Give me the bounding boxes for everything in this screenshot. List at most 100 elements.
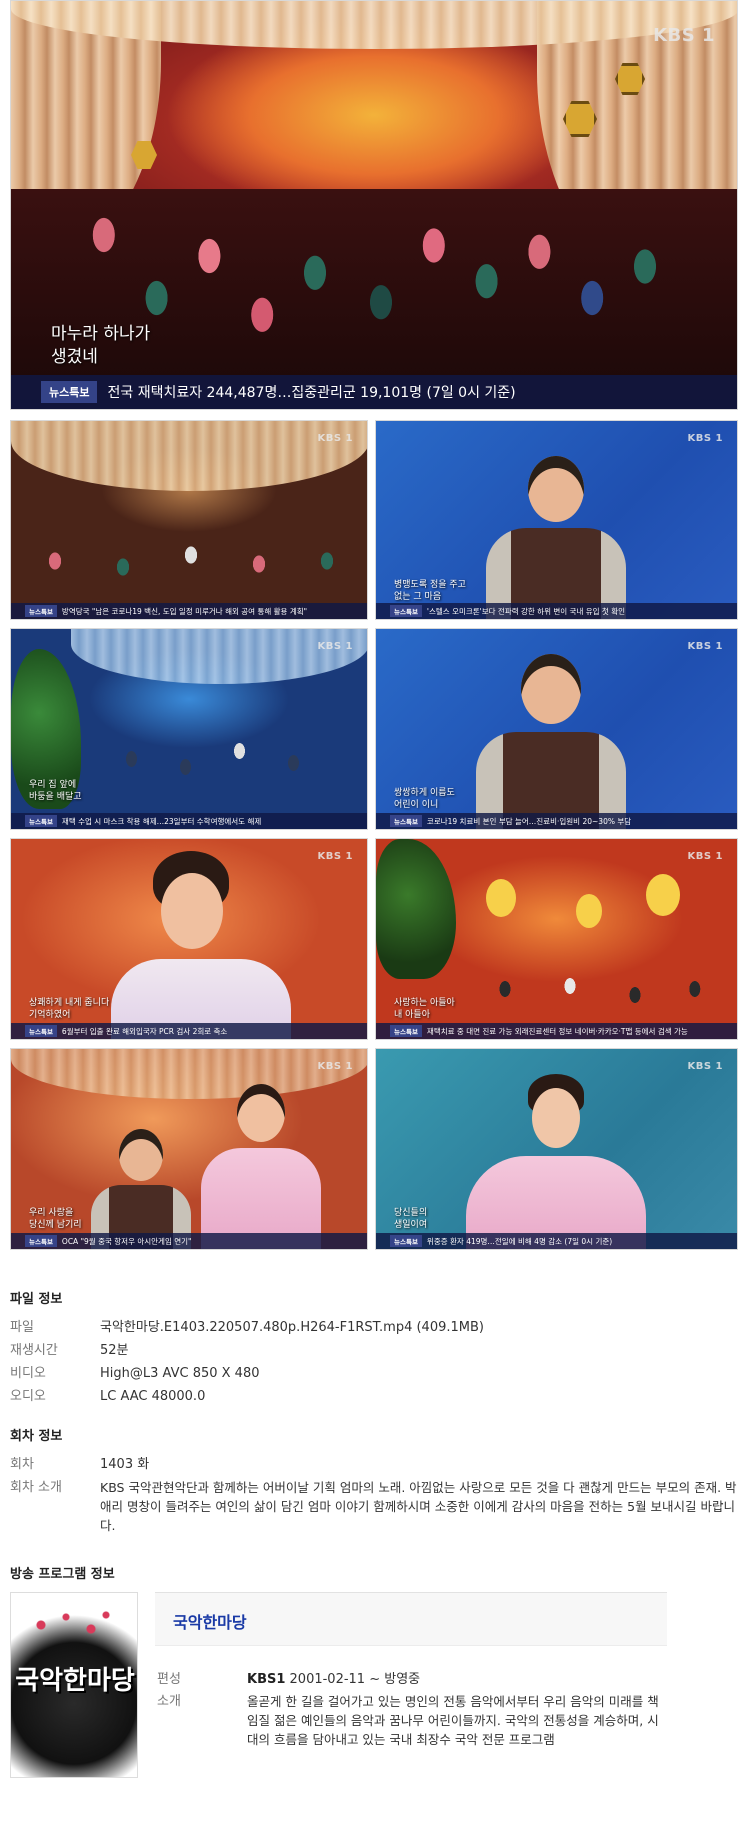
file-info-title: 파일 정보 <box>10 1292 63 1307</box>
ticker-tag: 뉴스특보 <box>25 815 57 827</box>
poster-blossom <box>21 1605 121 1645</box>
ticker-tag: 뉴스특보 <box>41 381 98 403</box>
ticker-text: 전국 재택치료자 244,487명…집중관리군 19,101명 (7일 0시 기… <box>107 385 516 401</box>
woman-singer <box>456 1074 656 1249</box>
row-key: 파일 <box>10 1320 34 1335</box>
program-header: 국악한마당 <box>155 1592 667 1646</box>
ticker-text: 방역당국 "남은 코로나19 백신, 도입 일정 미루거나 해외 공여 통해 활… <box>61 606 308 616</box>
row-value: 올곧게 한 길을 걸어가고 있는 명인의 전통 음악에서부터 우리 음악의 미래… <box>247 1694 659 1747</box>
row-value: 국악한마당.E1403.220507.480p.H264-F1RST.mp4 (… <box>100 1320 484 1335</box>
subtitle-caption: 상쾌하게 내게 줍니다 기억하였어 <box>29 998 110 1021</box>
program-poster[interactable]: 국악한마당 <box>10 1592 138 1778</box>
face <box>532 1088 580 1148</box>
ticker-tag: 뉴스특보 <box>390 605 422 617</box>
row-value: LC AAC 48000.0 <box>100 1389 206 1404</box>
subtitle-caption: 쌍쌍하게 이름도 어린이 이니 <box>394 788 455 811</box>
news-ticker: 뉴스특보 재택 수업 시 마스크 착용 해제…23일부터 수학여행에서도 해제 <box>11 813 367 829</box>
thumbnail-7: KBS 1 우리 사랑을 당신께 남기리 뉴스특보 OCA "9월 중국 항저우 … <box>10 1048 368 1250</box>
face <box>528 456 584 522</box>
ticker-tag: 뉴스특보 <box>25 605 57 617</box>
ticker-text: '스텔스 오미크론'보다 전파력 강한 하위 변이 국내 유입 첫 확인 <box>426 606 626 616</box>
hero-video-frame: KBS 1 마누라 하나가 생겼네 뉴스특보 전국 재택치료자 244,487명… <box>10 0 738 410</box>
face <box>119 1129 163 1181</box>
thumbnail-4: KBS 1 쌍쌍하게 이름도 어린이 이니 뉴스특보 코로나19 치료비 본인 부… <box>375 628 738 830</box>
ticker-tag: 뉴스특보 <box>390 815 422 827</box>
row-value: KBS 국악관현악단과 함께하는 어버이날 기획 엄마의 노래. 아낌없는 사랑… <box>100 1480 737 1533</box>
program-row-schedule: 편성 KBS1 2001-02-11 ~ 방영중 <box>157 1670 667 1689</box>
row-value: KBS1 2001-02-11 ~ 방영중 <box>247 1670 667 1689</box>
subtitle-caption: 우리 집 앞에 바둥을 배달고 <box>29 780 82 803</box>
subtitle-caption: 당신들의 생일이여 <box>394 1208 428 1231</box>
ticker-text: OCA "9월 중국 항저우 아시안게임 연기" <box>61 1236 192 1246</box>
subtitle-caption: 마누라 하나가 생겼네 <box>51 324 151 367</box>
row-key: 재생시간 <box>10 1343 58 1358</box>
kbs-logo: KBS 1 <box>317 641 353 652</box>
face <box>521 654 581 724</box>
news-ticker: 뉴스특보 '스텔스 오미크론'보다 전파력 강한 하위 변이 국내 유입 첫 확인 <box>376 603 737 619</box>
channel-name: KBS1 <box>247 1672 286 1687</box>
kbs-logo: KBS 1 <box>687 433 723 444</box>
program-title-link[interactable]: 국악한마당 <box>173 1609 247 1633</box>
ticker-tag: 뉴스특보 <box>390 1025 422 1037</box>
ticker-text: 위중증 환자 419명…전일에 비해 4명 감소 (7일 0시 기준) <box>426 1236 613 1246</box>
thumbnail-1: KBS 1 뉴스특보 방역당국 "남은 코로나19 백신, 도입 일정 미루거나 … <box>10 420 368 620</box>
thumbnail-2: KBS 1 병맹도록 정을 주고 없는 그 마음 뉴스특보 '스텔스 오미크론'보… <box>375 420 738 620</box>
row-key: 소개 <box>157 1694 181 1709</box>
kbs-logo: KBS 1 <box>687 851 723 862</box>
ticker-tag: 뉴스특보 <box>25 1025 57 1037</box>
kbs-logo: KBS 1 <box>317 851 353 862</box>
thumbnail-5: KBS 1 상쾌하게 내게 줍니다 기억하였어 뉴스특보 6월부터 입출 완료 해… <box>10 838 368 1040</box>
program-row-intro: 소개 올곧게 한 길을 걸어가고 있는 명인의 전통 음악에서부터 우리 음악의… <box>157 1692 667 1749</box>
program-info-title: 방송 프로그램 정보 <box>10 1567 115 1582</box>
kbs-logo: KBS 1 <box>317 433 353 444</box>
moon-2 <box>576 894 602 928</box>
boy-singer <box>91 1129 191 1249</box>
row-value: 52분 <box>100 1343 129 1358</box>
ticker-tag: 뉴스특보 <box>390 1235 422 1247</box>
news-ticker: 뉴스특보 위중증 환자 419명…전일에 비해 4명 감소 (7일 0시 기준) <box>376 1233 737 1249</box>
performers <box>21 531 361 591</box>
performers <box>91 719 361 799</box>
row-value: High@L3 AVC 850 X 480 <box>100 1366 260 1381</box>
ticker-text: 재택치료 중 대면 진료 가능 외래진료센터 정보 네이버·카카오·T맵 등에서… <box>426 1026 688 1036</box>
row-key: 회차 <box>10 1457 34 1472</box>
poster-title: 국악한마당 <box>15 1666 135 1696</box>
file-info-row-duration: 재생시간 52분 <box>10 1341 740 1360</box>
subtitle-caption: 우리 사랑을 당신께 남기리 <box>29 1208 82 1231</box>
moon-1 <box>486 879 516 917</box>
thumbnail-8: KBS 1 당신들의 생일이여 뉴스특보 위중증 환자 419명…전일에 비해 4… <box>375 1048 738 1250</box>
thumbnail-3: KBS 1 우리 집 앞에 바둥을 배달고 뉴스특보 재택 수업 시 마스크 착용… <box>10 628 368 830</box>
row-key: 회차 소개 <box>10 1480 62 1495</box>
kbs-logo: KBS 1 <box>687 1061 723 1072</box>
woman-singer <box>201 1084 321 1249</box>
ticker-text: 6월부터 입출 완료 해외입국자 PCR 검사 2회로 축소 <box>61 1026 228 1036</box>
row-value: 1403 화 <box>100 1457 150 1472</box>
file-info-row-audio: 오디오 LC AAC 48000.0 <box>10 1387 740 1406</box>
subtitle-caption: 병맹도록 정을 주고 없는 그 마음 <box>394 580 466 603</box>
subtitle-caption: 사랑하는 아들아 내 아들아 <box>394 998 455 1021</box>
face <box>237 1084 285 1142</box>
episode-info-row-intro: 회차 소개 KBS 국악관현악단과 함께하는 어버이날 기획 엄마의 노래. 아… <box>10 1478 740 1535</box>
thumbnail-6: KBS 1 사랑하는 아들아 내 아들아 뉴스특보 재택치료 중 대면 진료 가능… <box>375 838 738 1040</box>
row-key: 비디오 <box>10 1366 46 1381</box>
episode-info-row-number: 회차 1403 화 <box>10 1455 740 1474</box>
file-info-row-file: 파일 국악한마당.E1403.220507.480p.H264-F1RST.mp… <box>10 1318 740 1337</box>
moon-3 <box>646 874 680 916</box>
kbs-logo: KBS 1 <box>653 25 715 46</box>
ticker-tag: 뉴스특보 <box>25 1235 57 1247</box>
news-ticker: 뉴스특보 6월부터 입출 완료 해외입국자 PCR 검사 2회로 축소 <box>11 1023 367 1039</box>
kbs-logo: KBS 1 <box>317 1061 353 1072</box>
performers <box>466 959 726 1019</box>
episode-info-title: 회차 정보 <box>10 1429 63 1444</box>
news-ticker: 뉴스특보 전국 재택치료자 244,487명…집중관리군 19,101명 (7일… <box>11 375 737 409</box>
news-ticker: 뉴스특보 코로나19 치료비 본인 부담 늘어…진료비·입원비 20~30% 부담 <box>376 813 737 829</box>
boy-singer <box>486 446 626 619</box>
boy-singer <box>476 644 626 829</box>
news-ticker: 뉴스특보 방역당국 "남은 코로나19 백신, 도입 일정 미루거나 해외 공여 … <box>11 603 367 619</box>
news-ticker: 뉴스특보 재택치료 중 대면 진료 가능 외래진료센터 정보 네이버·카카오·T맵… <box>376 1023 737 1039</box>
row-key: 편성 <box>157 1672 181 1687</box>
file-info-row-video: 비디오 High@L3 AVC 850 X 480 <box>10 1364 740 1383</box>
air-period: 2001-02-11 ~ 방영중 <box>285 1672 421 1687</box>
kbs-logo: KBS 1 <box>687 641 723 652</box>
news-ticker: 뉴스특보 OCA "9월 중국 항저우 아시안게임 연기" <box>11 1233 367 1249</box>
